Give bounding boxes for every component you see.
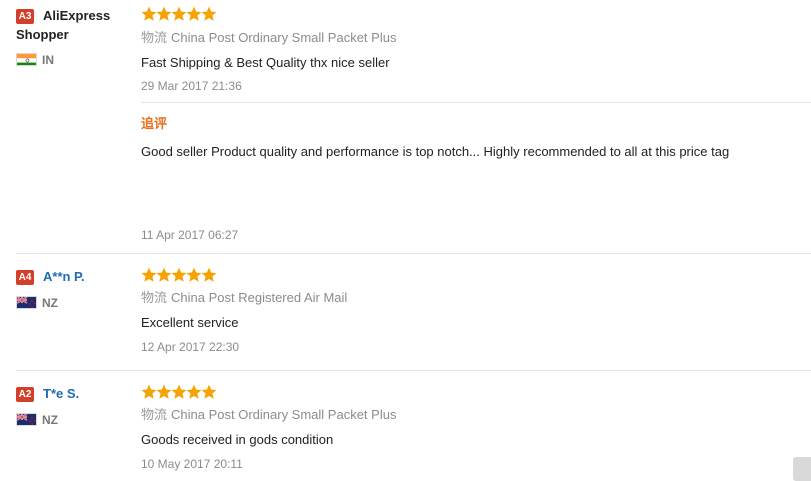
rank-badge: A2 bbox=[16, 387, 34, 402]
star-rating bbox=[141, 384, 217, 401]
logistics-info: 物流 China Post Registered Air Mail bbox=[141, 290, 347, 306]
rank-badge: A3 bbox=[16, 9, 34, 24]
reviewer-name-link[interactable]: A**n P. bbox=[43, 267, 85, 286]
new-zealand-flag-icon bbox=[16, 296, 37, 309]
feedback-text: Excellent service bbox=[141, 315, 239, 330]
feedback-text: Fast Shipping & Best Quality thx nice se… bbox=[141, 55, 390, 70]
logistics-method: China Post Ordinary Small Packet Plus bbox=[171, 30, 397, 45]
review-item: A3 AliExpress Shopper IN 物流 China Post Or… bbox=[0, 0, 811, 253]
scroll-to-top-button[interactable] bbox=[793, 457, 811, 481]
star-rating bbox=[141, 6, 217, 23]
logistics-method: China Post Registered Air Mail bbox=[171, 290, 348, 305]
logistics-method: China Post Ordinary Small Packet Plus bbox=[171, 407, 397, 422]
feedback-date: 29 Mar 2017 21:36 bbox=[141, 79, 242, 93]
reviewer-name-link[interactable]: T*e S. bbox=[43, 384, 79, 403]
feedback-text: Goods received in gods condition bbox=[141, 432, 334, 447]
additional-feedback-label: 追评 bbox=[141, 116, 168, 131]
divider bbox=[141, 102, 811, 103]
reviewer-name: AliExpress bbox=[43, 8, 111, 23]
additional-feedback-text: Good seller Product quality and performa… bbox=[141, 144, 730, 159]
reviewer-country: NZ bbox=[42, 296, 58, 310]
feedback-date: 10 May 2017 20:11 bbox=[141, 457, 243, 471]
new-zealand-flag-icon bbox=[16, 413, 37, 426]
feedback-date: 12 Apr 2017 22:30 bbox=[141, 340, 240, 354]
logistics-label: 物流 bbox=[141, 407, 168, 422]
review-item: A4 A**n P. NZ 物流 China Post Registered Ai… bbox=[0, 254, 811, 370]
rank-badge: A4 bbox=[16, 270, 34, 285]
additional-feedback-date: 11 Apr 2017 06:27 bbox=[141, 228, 239, 242]
india-flag-icon bbox=[16, 53, 37, 66]
logistics-label: 物流 bbox=[141, 290, 168, 305]
review-item: A2 T*e S. NZ 物流 China Post Ordinary Small… bbox=[0, 371, 811, 475]
reviewer-country: NZ bbox=[42, 413, 58, 427]
logistics-label: 物流 bbox=[141, 30, 168, 45]
star-rating bbox=[141, 267, 217, 284]
logistics-info: 物流 China Post Ordinary Small Packet Plus bbox=[141, 407, 396, 423]
reviewer-country: IN bbox=[42, 53, 54, 67]
logistics-info: 物流 China Post Ordinary Small Packet Plus bbox=[141, 30, 396, 46]
reviewer-name-line2: Shopper bbox=[16, 27, 69, 42]
